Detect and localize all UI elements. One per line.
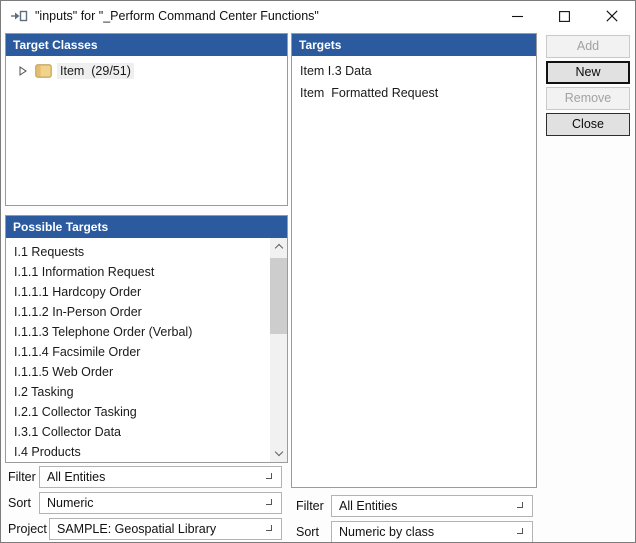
left-filter-value: All Entities [47, 470, 106, 484]
list-item[interactable]: I.1.1.1 Hardcopy Order [6, 282, 287, 302]
close-button[interactable]: Close [546, 113, 630, 136]
right-filter-value: All Entities [339, 499, 398, 513]
chevron-down-icon [266, 499, 272, 505]
targets-panel: Targets Item I.3 Data Item Formatted Req… [291, 33, 537, 488]
scrollbar[interactable] [270, 238, 287, 462]
close-window-button[interactable] [588, 1, 635, 31]
remove-button: Remove [546, 87, 630, 110]
list-item[interactable]: I.1.1.4 Facsimile Order [6, 342, 287, 362]
filter-label: Filter [296, 499, 324, 513]
list-item[interactable]: I.1.1.2 In-Person Order [6, 302, 287, 322]
maximize-button[interactable] [541, 1, 588, 31]
possible-targets-list: I.1 Requests I.1.1 Information Request I… [6, 238, 287, 462]
list-item[interactable]: I.2 Tasking [6, 382, 287, 402]
targets-header: Targets [292, 34, 536, 56]
tree-item-item[interactable]: Item (29/51) [18, 62, 287, 80]
arrow-into-window-icon [11, 10, 28, 22]
right-sort-select[interactable]: Numeric by class [331, 521, 533, 542]
right-filter-select[interactable]: All Entities [331, 495, 533, 517]
minimize-button[interactable] [494, 1, 541, 31]
list-item[interactable]: I.1.1.5 Web Order [6, 362, 287, 382]
project-label: Project [8, 522, 47, 536]
left-filter-select[interactable]: All Entities [39, 466, 282, 488]
title-bar[interactable]: "inputs" for "_Perform Command Center Fu… [1, 1, 635, 31]
list-item[interactable]: Item Formatted Request [292, 82, 536, 104]
left-sort-value: Numeric [47, 496, 94, 510]
list-item[interactable]: I.3.1 Collector Data [6, 422, 287, 442]
dialog-window: "inputs" for "_Perform Command Center Fu… [0, 0, 636, 543]
possible-targets-panel: Possible Targets I.1 Requests I.1.1 Info… [5, 215, 288, 463]
target-classes-tree: Item (29/51) [6, 56, 287, 205]
scroll-up-button[interactable] [270, 238, 287, 255]
add-button: Add [546, 35, 630, 58]
targets-list: Item I.3 Data Item Formatted Request [292, 56, 536, 487]
tree-item-label: Item (29/51) [57, 63, 134, 79]
right-sort-value: Numeric by class [339, 525, 435, 539]
maximize-icon [559, 10, 570, 22]
possible-targets-header: Possible Targets [6, 216, 287, 238]
window-title: "inputs" for "_Perform Command Center Fu… [35, 9, 319, 23]
chevron-up-icon [274, 243, 283, 253]
target-classes-panel: Target Classes Item (29/51) [5, 33, 288, 206]
minimize-icon [512, 15, 523, 17]
list-item[interactable]: I.1 Requests [6, 242, 287, 262]
list-item[interactable]: I.2.1 Collector Tasking [6, 402, 287, 422]
chevron-right-icon[interactable] [18, 66, 28, 76]
list-item[interactable]: I.4 Products [6, 442, 287, 462]
left-sort-select[interactable]: Numeric [39, 492, 282, 514]
scroll-down-button[interactable] [270, 445, 287, 462]
sort-label: Sort [296, 525, 319, 539]
target-classes-header: Target Classes [6, 34, 287, 56]
close-icon [605, 10, 618, 22]
list-item[interactable]: I.1.1 Information Request [6, 262, 287, 282]
list-item[interactable]: I.1.1.3 Telephone Order (Verbal) [6, 322, 287, 342]
chevron-down-icon [274, 447, 283, 457]
chevron-down-icon [517, 502, 523, 508]
chevron-down-icon [517, 528, 523, 534]
new-button[interactable]: New [546, 61, 630, 84]
chevron-down-icon [266, 525, 272, 531]
project-value: SAMPLE: Geospatial Library [57, 522, 217, 536]
scrollbar-thumb[interactable] [270, 258, 287, 334]
folder-icon [35, 64, 52, 78]
sort-label: Sort [8, 496, 31, 510]
filter-label: Filter [8, 470, 36, 484]
chevron-down-icon [266, 473, 272, 479]
project-select[interactable]: SAMPLE: Geospatial Library [49, 518, 282, 540]
list-item[interactable]: Item I.3 Data [292, 60, 536, 82]
